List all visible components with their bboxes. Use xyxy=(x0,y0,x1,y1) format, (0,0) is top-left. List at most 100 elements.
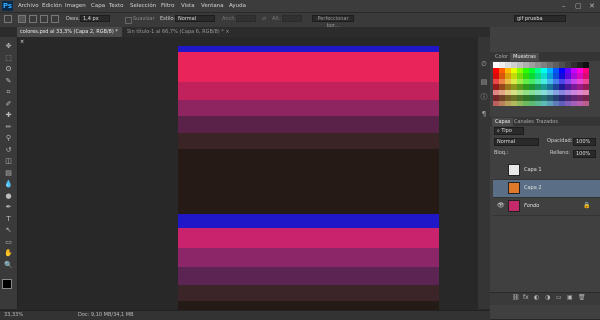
new-layer-icon[interactable]: ▣ xyxy=(567,294,573,302)
layer-row[interactable]: 👁 Fondo 🔒 xyxy=(493,198,600,216)
canvas-stripe xyxy=(178,132,439,149)
layer-row[interactable]: Capa 1 xyxy=(493,162,600,180)
tab-close-icon[interactable]: × xyxy=(225,29,229,35)
zoom-icon[interactable]: 🔍 xyxy=(4,261,13,270)
restore-icon[interactable]: ▢ xyxy=(575,1,582,11)
adjustment-icon[interactable]: ◑ xyxy=(545,294,550,302)
canvas-stripe xyxy=(178,248,439,268)
tab-swatches[interactable]: Muestras xyxy=(510,53,539,61)
opacity-label: Opacidad: xyxy=(547,138,573,144)
menu-capa[interactable]: Capa xyxy=(91,1,105,11)
tab-close-icon[interactable]: × xyxy=(20,39,24,45)
crop-icon[interactable]: ⌗ xyxy=(4,88,13,97)
layer-thumbnail xyxy=(508,200,520,212)
fx-icon[interactable]: fx xyxy=(523,294,529,302)
blend-mode-select[interactable]: Normal xyxy=(494,138,539,146)
antialias-checkbox[interactable] xyxy=(125,17,132,24)
opacity-input[interactable]: 100% xyxy=(573,138,596,146)
folder-icon[interactable]: ▭ xyxy=(556,294,562,302)
layer-name: Capa 2 xyxy=(524,185,542,191)
hand-icon[interactable]: ✋ xyxy=(4,249,13,258)
menu-texto[interactable]: Texto xyxy=(109,1,124,11)
gradient-icon[interactable]: ▤ xyxy=(4,169,13,178)
path-select-icon[interactable]: ↖ xyxy=(4,226,13,235)
document-canvas[interactable] xyxy=(178,46,439,312)
canvas-stripe xyxy=(178,266,439,286)
style-select[interactable]: Normal xyxy=(175,15,215,22)
mask-icon[interactable]: ◐ xyxy=(534,294,539,302)
stamp-icon[interactable]: ⚲ xyxy=(4,134,13,143)
feather-input[interactable]: 1,4 px xyxy=(80,15,110,22)
tab-sin-titulo[interactable]: Sin título-1 al 66,7% (Capa 6, RGB/8) * … xyxy=(124,27,234,37)
menu-imagen[interactable]: Imagen xyxy=(65,1,86,11)
history-brush-icon[interactable]: ↺ xyxy=(4,146,13,155)
workspace-select[interactable]: gif prueba xyxy=(514,15,566,22)
height-label: Alt.: xyxy=(272,16,283,22)
properties-panel-icon[interactable]: ▤ xyxy=(480,78,488,86)
swatches-grid xyxy=(493,62,589,106)
intersect-selection-icon[interactable] xyxy=(51,15,59,23)
new-selection-icon[interactable] xyxy=(18,15,26,23)
add-selection-icon[interactable] xyxy=(29,15,37,23)
eraser-icon[interactable]: ◫ xyxy=(4,157,13,166)
pen-icon[interactable]: ✒ xyxy=(4,203,13,212)
trash-icon[interactable]: 🗑 xyxy=(578,294,586,302)
canvas-stripe xyxy=(178,284,439,302)
healing-icon[interactable]: ✚ xyxy=(4,111,13,120)
fill-input[interactable]: 100% xyxy=(573,150,596,158)
blur-icon[interactable]: 💧 xyxy=(4,180,13,189)
link-icon[interactable]: ⛓ xyxy=(512,294,520,302)
width-input[interactable] xyxy=(236,15,256,22)
tab-label: colores.psd al 33,3% (Capa 2, RGB/8) * xyxy=(20,29,118,35)
tab-color[interactable]: Color xyxy=(492,53,511,61)
menu-archivo[interactable]: Archivo xyxy=(18,1,39,11)
menu-bar xyxy=(0,0,600,12)
eye-icon[interactable]: 👁 xyxy=(497,202,505,210)
canvas-stripe xyxy=(178,99,439,116)
eyedropper-icon[interactable]: ✐ xyxy=(4,100,13,109)
brush-icon[interactable]: ✏ xyxy=(4,123,13,132)
height-input[interactable] xyxy=(282,15,302,22)
foreground-color-swatch[interactable] xyxy=(2,279,12,289)
layer-row[interactable]: Capa 2 xyxy=(493,180,600,198)
marquee-icon[interactable]: ⬚ xyxy=(4,54,13,63)
swatch[interactable] xyxy=(583,100,589,106)
layer-thumbnail xyxy=(508,164,520,176)
layer-name: Fondo xyxy=(524,203,540,209)
type-icon[interactable]: T xyxy=(4,215,13,224)
canvas-stripe xyxy=(178,115,439,134)
history-panel-icon[interactable]: ⏲ xyxy=(480,60,488,68)
layer-name: Capa 1 xyxy=(524,167,542,173)
tab-colores[interactable]: colores.psd al 33,3% (Capa 2, RGB/8) * × xyxy=(17,27,122,45)
shape-icon[interactable]: ▭ xyxy=(4,238,13,247)
document-size: Doc: 9,10 MB/34,1 MB xyxy=(78,312,134,318)
marquee-tool-icon[interactable] xyxy=(4,15,12,23)
refine-edge-button[interactable]: Perfeccionar bor... xyxy=(312,15,354,29)
move-icon[interactable]: ✥ xyxy=(4,42,13,51)
menu-ventana[interactable]: Ventana xyxy=(201,1,224,11)
layer-kind-filter[interactable]: ⌕ Tipo xyxy=(494,127,524,135)
lasso-icon[interactable]: ʘ xyxy=(4,65,13,74)
menu-seleccion[interactable]: Selección xyxy=(130,1,156,11)
quick-select-icon[interactable]: ✎ xyxy=(4,77,13,86)
menu-filtro[interactable]: Filtro xyxy=(161,1,174,11)
menu-ayuda[interactable]: Ayuda xyxy=(229,1,246,11)
canvas-stripe xyxy=(178,52,439,83)
menu-edicion[interactable]: Edición xyxy=(42,1,62,11)
close-icon[interactable]: ✕ xyxy=(589,1,595,11)
minimize-icon[interactable]: – xyxy=(562,1,566,11)
fill-label: Relleno: xyxy=(550,150,571,156)
zoom-level[interactable]: 33,33% xyxy=(4,311,23,319)
paragraph-panel-icon[interactable]: ¶ xyxy=(480,110,488,118)
swap-icon[interactable]: ⇄ xyxy=(262,15,266,23)
tab-label: Sin título-1 al 66,7% (Capa 6, RGB/8) * xyxy=(127,29,224,35)
style-label: Estilo: xyxy=(160,16,176,22)
lock-label: Bloq.: xyxy=(494,150,509,156)
info-panel-icon[interactable]: ⓘ xyxy=(480,93,488,101)
tab-paths[interactable]: Trazados xyxy=(533,118,561,126)
menu-vista[interactable]: Vista xyxy=(181,1,195,11)
canvas-stripe xyxy=(178,81,439,101)
subtract-selection-icon[interactable] xyxy=(40,15,48,23)
dodge-icon[interactable]: ● xyxy=(4,192,13,201)
layer-thumbnail xyxy=(508,182,520,194)
